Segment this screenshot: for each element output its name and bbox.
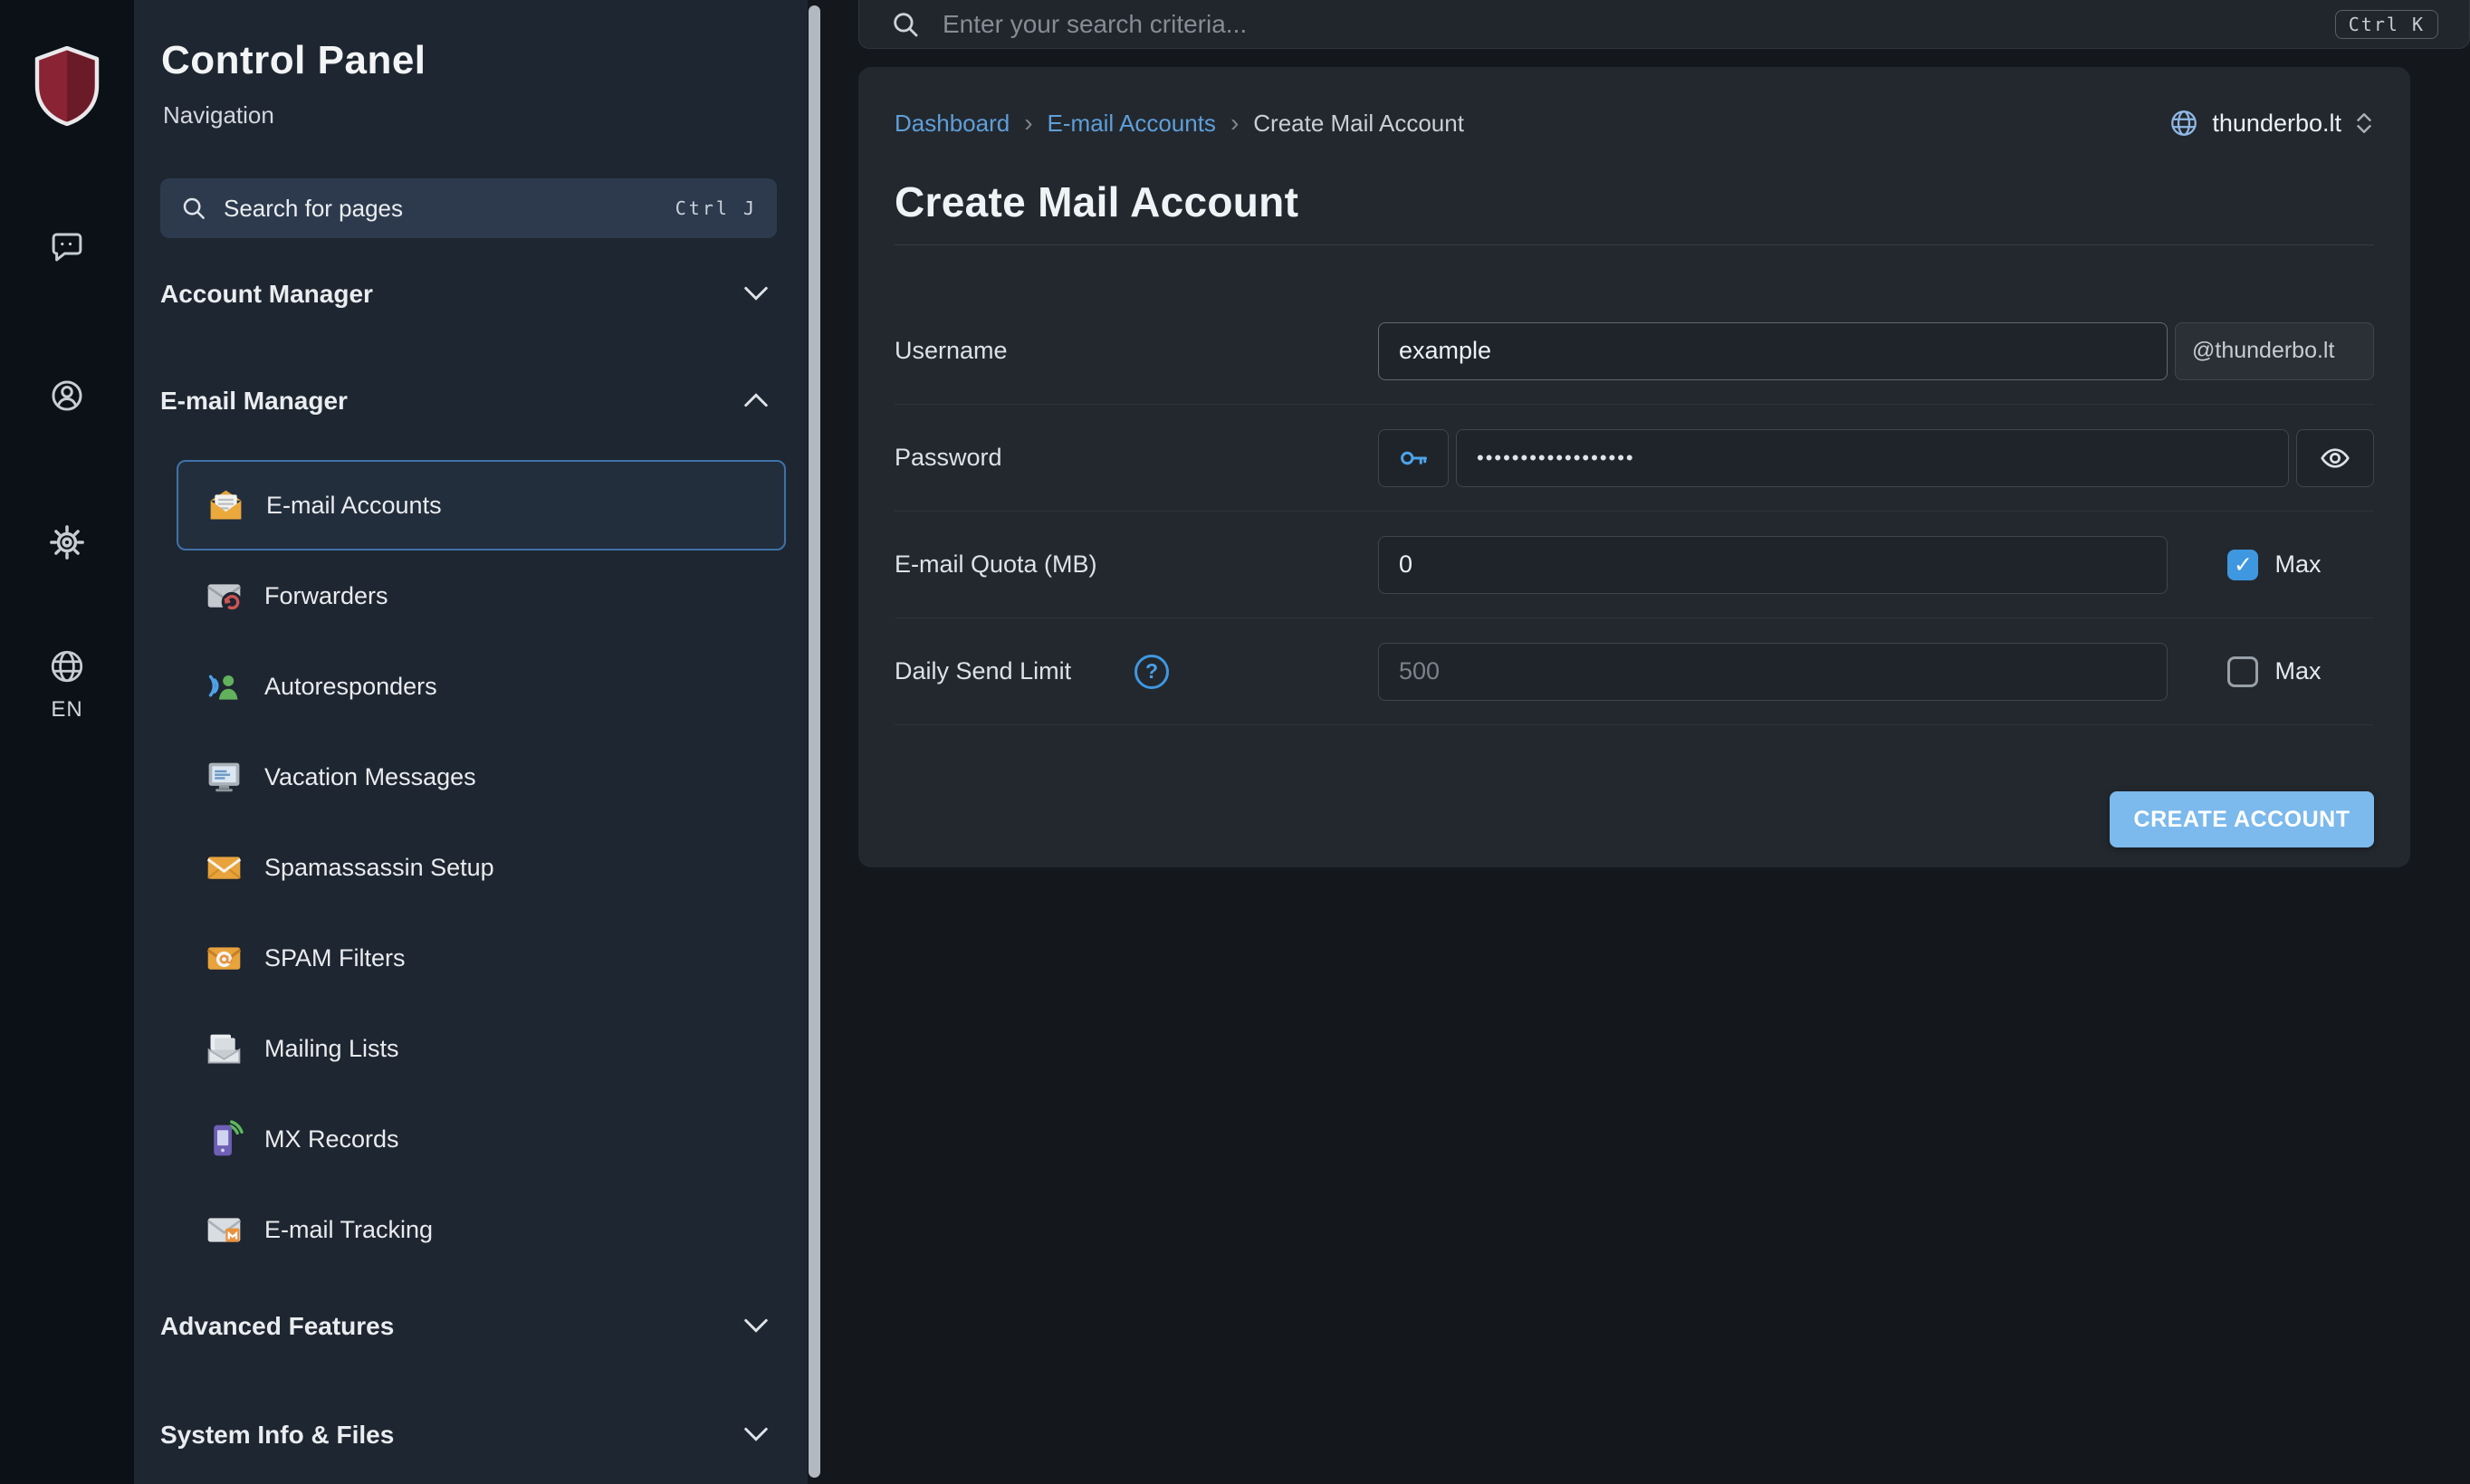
- updown-chevron-icon: [2354, 111, 2374, 135]
- section-label: System Info & Files: [160, 1421, 394, 1450]
- sidebar-item-spamassassin-setup[interactable]: Spamassassin Setup: [177, 822, 786, 913]
- send-limit-row: Daily Send Limit ? Max: [895, 618, 2374, 725]
- sidebar-search-label: Search for pages: [224, 195, 403, 223]
- sidebar-section-system-info[interactable]: System Info & Files: [160, 1405, 777, 1465]
- toggle-password-visibility-button[interactable]: [2296, 429, 2374, 487]
- send-limit-input[interactable]: [1378, 643, 2168, 701]
- quota-input[interactable]: [1378, 536, 2168, 594]
- mx-records-icon: [203, 1118, 244, 1160]
- domain-name: thunderbo.lt: [2212, 110, 2341, 138]
- send-limit-max-label: Max: [2274, 657, 2321, 685]
- help-icon[interactable]: ?: [1134, 655, 1169, 689]
- section-label: Account Manager: [160, 280, 373, 309]
- quota-max-checkbox[interactable]: [2227, 550, 2258, 580]
- app-title: Control Panel: [161, 38, 426, 83]
- username-row: Username @thunderbo.lt: [895, 298, 2374, 405]
- mailing-lists-icon: [203, 1028, 244, 1069]
- chevron-down-icon: [742, 1312, 770, 1341]
- chevron-down-icon: [742, 1421, 770, 1450]
- sidebar-search-shortcut: Ctrl J: [675, 197, 757, 219]
- content-card: Dashboard › E-mail Accounts › Create Mai…: [858, 67, 2410, 867]
- app-logo-shield[interactable]: [0, 45, 134, 127]
- password-label: Password: [895, 444, 1378, 472]
- password-input[interactable]: [1456, 429, 2289, 487]
- sidebar-item-mx-records[interactable]: MX Records: [177, 1094, 786, 1184]
- chevron-down-icon: [742, 280, 770, 309]
- language-label[interactable]: EN: [0, 697, 134, 723]
- quota-max-label: Max: [2274, 551, 2321, 579]
- sidebar: Control Panel Navigation Search for page…: [134, 0, 808, 1484]
- domain-selector[interactable]: thunderbo.lt: [2168, 108, 2374, 139]
- sidebar-item-mailing-lists[interactable]: Mailing Lists: [177, 1003, 786, 1094]
- sidebar-section-account-manager[interactable]: Account Manager: [160, 264, 777, 324]
- generate-password-icon: [1397, 442, 1430, 474]
- section-label: E-mail Manager: [160, 387, 348, 416]
- quota-label: E-mail Quota (MB): [895, 551, 1378, 579]
- email-tracking-icon: [203, 1209, 244, 1250]
- breadcrumb-separator: ›: [1024, 109, 1032, 138]
- sidebar-item-autoresponders[interactable]: Autoresponders: [177, 641, 786, 732]
- forwarders-icon: [203, 575, 244, 617]
- breadcrumb: Dashboard › E-mail Accounts › Create Mai…: [895, 109, 1464, 138]
- breadcrumb-link-dashboard[interactable]: Dashboard: [895, 110, 1010, 138]
- sidebar-scrollbar[interactable]: [809, 5, 820, 1478]
- spam-filters-icon: [203, 937, 244, 979]
- chat-icon[interactable]: [0, 228, 134, 266]
- search-icon: [180, 195, 207, 222]
- username-input[interactable]: [1378, 322, 2168, 380]
- app-subtitle: Navigation: [163, 101, 274, 129]
- sidebar-item-email-accounts[interactable]: E-mail Accounts: [177, 460, 786, 551]
- create-account-button[interactable]: CREATE ACCOUNT: [2110, 791, 2374, 847]
- vacation-messages-icon: [203, 756, 244, 798]
- send-limit-label: Daily Send Limit ?: [895, 655, 1378, 689]
- search-shortcut-badge: Ctrl K: [2335, 10, 2438, 39]
- globe-icon: [2168, 108, 2199, 139]
- sidebar-section-advanced-features[interactable]: Advanced Features: [160, 1297, 777, 1356]
- sidebar-search[interactable]: Search for pages Ctrl J: [160, 178, 777, 238]
- left-rail: EN: [0, 0, 134, 1484]
- create-mail-account-form: Username @thunderbo.lt Password: [895, 244, 2374, 725]
- sidebar-item-vacation-messages[interactable]: Vacation Messages: [177, 732, 786, 822]
- send-limit-max-group: Max: [2175, 656, 2374, 687]
- sidebar-item-forwarders[interactable]: Forwarders: [177, 551, 786, 641]
- search-icon: [890, 9, 921, 40]
- send-limit-max-checkbox[interactable]: [2227, 656, 2258, 687]
- language-switcher[interactable]: [0, 647, 134, 685]
- username-label: Username: [895, 337, 1378, 365]
- breadcrumb-separator: ›: [1230, 109, 1239, 138]
- eye-icon: [2319, 442, 2351, 474]
- global-search-input[interactable]: [943, 10, 2335, 39]
- spamassassin-icon: [203, 847, 244, 888]
- quota-row: E-mail Quota (MB) Max: [895, 512, 2374, 618]
- shield-icon: [34, 46, 101, 126]
- quota-max-group: Max: [2175, 550, 2374, 580]
- breadcrumb-link-email-accounts[interactable]: E-mail Accounts: [1048, 110, 1216, 138]
- settings-icon[interactable]: [0, 523, 134, 561]
- top-search-bar: Ctrl K: [858, 0, 2470, 49]
- breadcrumb-current: Create Mail Account: [1253, 110, 1464, 138]
- sidebar-item-spam-filters[interactable]: SPAM Filters: [177, 913, 786, 1003]
- generate-password-button[interactable]: [1378, 429, 1449, 487]
- globe-icon: [48, 647, 86, 685]
- chevron-up-icon: [742, 387, 770, 416]
- section-label: Advanced Features: [160, 1312, 394, 1341]
- domain-suffix: @thunderbo.lt: [2175, 322, 2374, 380]
- email-accounts-icon: [205, 484, 246, 526]
- password-row: Password: [895, 405, 2374, 512]
- sidebar-section-email-manager[interactable]: E-mail Manager: [160, 371, 777, 431]
- sidebar-item-email-tracking[interactable]: E-mail Tracking: [177, 1184, 786, 1275]
- account-icon[interactable]: [0, 377, 134, 415]
- page-title: Create Mail Account: [895, 177, 1298, 226]
- autoresponders-icon: [203, 665, 244, 707]
